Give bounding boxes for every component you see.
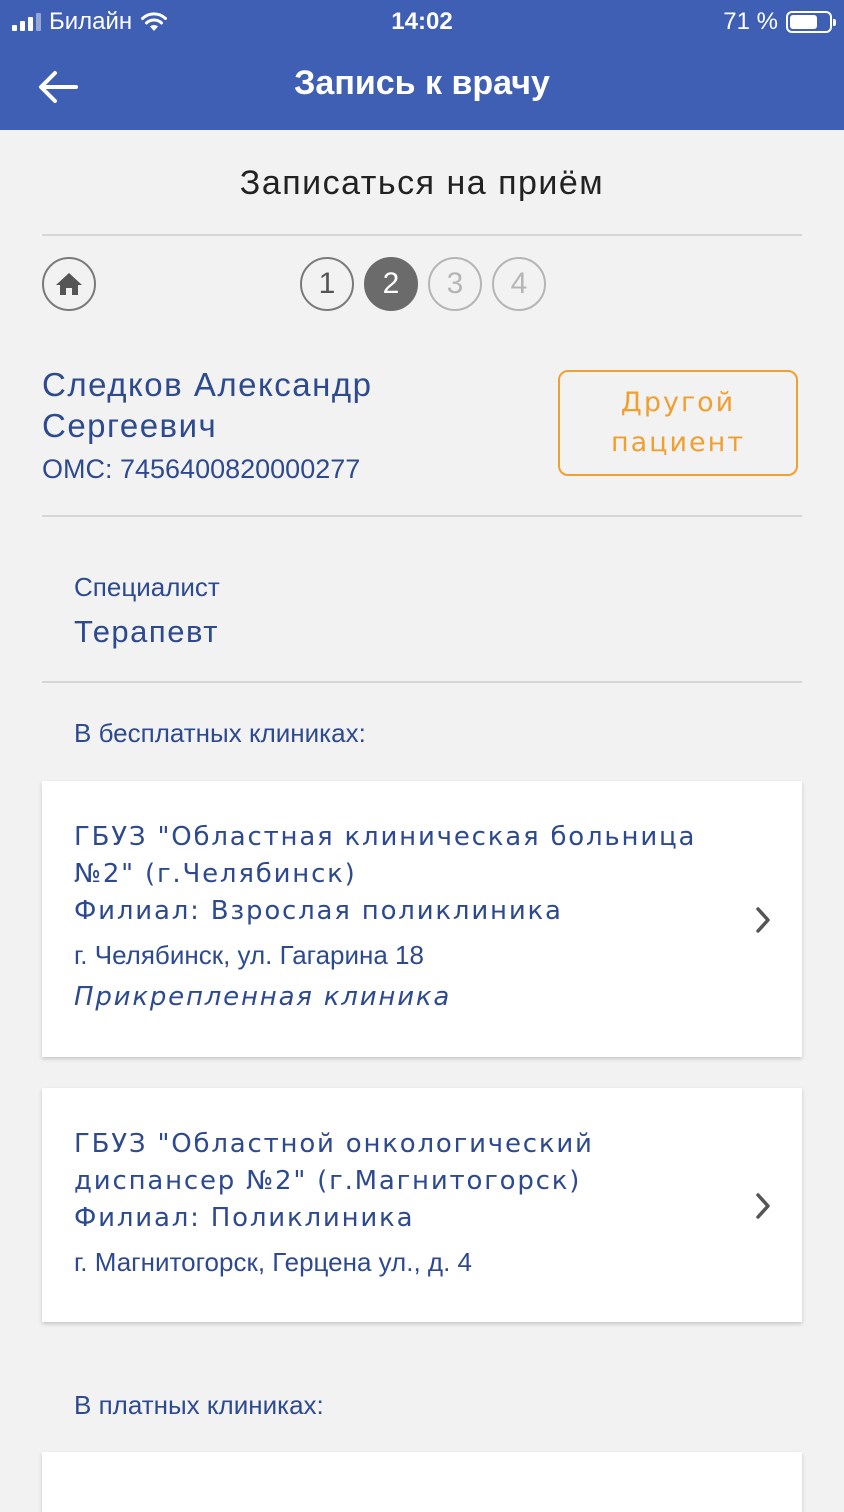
specialist-value: Терапевт (74, 614, 219, 649)
patient-oms: ОМС: 7456400820000277 (42, 454, 361, 484)
specialist-label: Специалист (74, 572, 220, 602)
other-patient-label: Другой пациент (610, 387, 746, 458)
clinic-card[interactable] (42, 1452, 802, 1512)
page-title: Записаться на приём (239, 164, 605, 202)
patient-name: Следков Александр Сергеевич (42, 366, 373, 444)
step-1[interactable]: 1 (300, 257, 354, 311)
clinic-branch: Филиал: Поликлиника (74, 1203, 415, 1233)
nav-title: Запись к врачу (294, 64, 550, 102)
battery-fill (790, 15, 817, 29)
status-bar: Билайн 14:02 71 % (0, 0, 844, 44)
divider (42, 234, 802, 236)
other-patient-button[interactable]: Другой пациент (558, 370, 798, 476)
nav-bar: Запись к врачу (0, 44, 844, 130)
clinic-name: ГБУЗ "Областная клиническая больница №2"… (74, 822, 697, 889)
clinic-card[interactable]: ГБУЗ "Областной онкологический диспансер… (42, 1088, 802, 1322)
status-time: 14:02 (391, 8, 453, 35)
free-clinics-label: В бесплатных клиниках: (74, 718, 366, 748)
clinic-info: ГБУЗ "Областная клиническая больница №2"… (74, 819, 714, 1014)
step-2[interactable]: 2 (364, 257, 418, 311)
clinic-card[interactable]: ГБУЗ "Областная клиническая больница №2"… (42, 781, 802, 1057)
divider (42, 681, 802, 683)
clinic-branch: Филиал: Взрослая поликлиника (74, 896, 563, 926)
stepper: 1 2 3 4 (300, 257, 546, 311)
clinic-address: г. Магнитогорск, Герцена ул., д. 4 (74, 1247, 472, 1277)
clinic-attached-badge: Прикрепленная клиника (74, 982, 452, 1012)
paid-clinics-label: В платных клиниках: (74, 1390, 324, 1420)
app-header: Билайн 14:02 71 % Запись к врачу (0, 0, 844, 130)
clinic-info: ГБУЗ "Областной онкологический диспансер… (74, 1126, 714, 1279)
chevron-right-icon (752, 1189, 774, 1223)
clinic-name: ГБУЗ "Областной онкологический диспансер… (74, 1129, 594, 1196)
home-icon (56, 273, 82, 295)
home-button[interactable] (42, 257, 96, 311)
battery-icon (786, 11, 836, 33)
battery-percent: 71 % (723, 8, 778, 35)
step-3[interactable]: 3 (428, 257, 482, 311)
chevron-right-icon (752, 903, 774, 937)
step-4[interactable]: 4 (492, 257, 546, 311)
divider (42, 515, 802, 517)
status-right: 71 % (723, 8, 836, 36)
clinic-address: г. Челябинск, ул. Гагарина 18 (74, 940, 424, 970)
